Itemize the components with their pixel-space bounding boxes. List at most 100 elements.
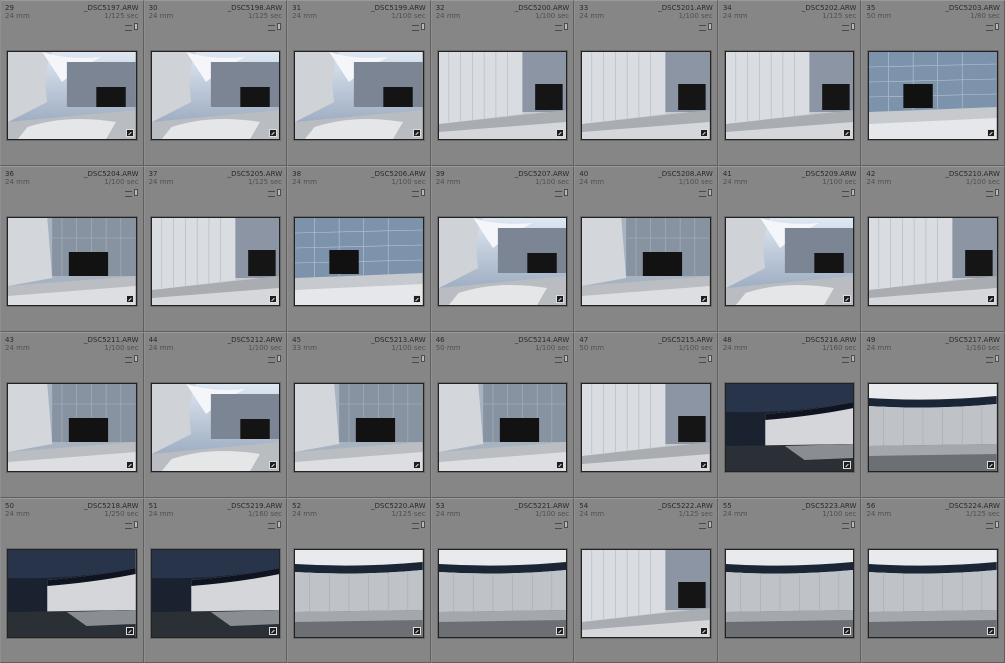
crop-badge-icon[interactable] (699, 461, 708, 469)
photo-thumbnail[interactable] (581, 383, 711, 472)
grid-cell-35[interactable]: 35 _DSC5203.ARW 50 mm 1/80 sec (861, 0, 1005, 166)
photo-thumbnail[interactable] (868, 549, 998, 638)
grid-cell-41[interactable]: 41 _DSC5209.ARW 24 mm 1/100 sec (717, 166, 862, 332)
photo-thumbnail[interactable] (581, 51, 711, 140)
grid-cell-38[interactable]: 38 _DSC5206.ARW 24 mm 1/100 sec (287, 166, 431, 332)
crop-badge-icon[interactable] (699, 129, 708, 137)
metadata-icon[interactable] (842, 521, 856, 529)
crop-badge-icon[interactable] (125, 129, 134, 137)
crop-badge-icon[interactable] (412, 627, 421, 635)
metadata-icon[interactable] (842, 355, 856, 363)
grid-cell-36[interactable]: 36 _DSC5204.ARW 24 mm 1/100 sec (0, 166, 144, 332)
photo-thumbnail[interactable] (7, 383, 137, 472)
grid-cell-40[interactable]: 40 _DSC5208.ARW 24 mm 1/100 sec (574, 166, 718, 332)
photo-thumbnail[interactable] (7, 51, 137, 140)
grid-cell-34[interactable]: 34 _DSC5202.ARW 24 mm 1/125 sec (717, 0, 862, 166)
photo-thumbnail[interactable] (724, 217, 855, 306)
crop-badge-icon[interactable] (556, 129, 565, 137)
crop-badge-icon[interactable] (843, 129, 852, 137)
photo-thumbnail[interactable] (868, 51, 998, 140)
grid-cell-30[interactable]: 30 _DSC5198.ARW 24 mm 1/125 sec (143, 0, 288, 166)
grid-cell-33[interactable]: 33 _DSC5201.ARW 24 mm 1/100 sec (574, 0, 718, 166)
photo-thumbnail[interactable] (581, 549, 711, 638)
photo-thumbnail[interactable] (150, 51, 281, 140)
grid-cell-31[interactable]: 31 _DSC5199.ARW 24 mm 1/100 sec (287, 0, 431, 166)
grid-cell-52[interactable]: 52 _DSC5220.ARW 24 mm 1/125 sec (287, 498, 431, 663)
crop-badge-icon[interactable] (269, 461, 278, 469)
metadata-icon[interactable] (268, 23, 282, 31)
crop-badge-icon[interactable] (125, 627, 134, 635)
crop-badge-icon[interactable] (125, 461, 134, 469)
photo-thumbnail[interactable] (294, 217, 424, 306)
photo-thumbnail[interactable] (724, 549, 855, 638)
photo-thumbnail[interactable] (7, 217, 137, 306)
crop-badge-icon[interactable] (986, 627, 995, 635)
grid-cell-56[interactable]: 56 _DSC5224.ARW 24 mm 1/125 sec (861, 498, 1005, 663)
metadata-icon[interactable] (555, 521, 569, 529)
metadata-icon[interactable] (411, 23, 426, 31)
crop-badge-icon[interactable] (843, 627, 852, 635)
grid-cell-32[interactable]: 32 _DSC5200.ARW 24 mm 1/100 sec (430, 0, 575, 166)
grid-cell-48[interactable]: 48 _DSC5216.ARW 24 mm 1/160 sec (717, 332, 862, 498)
grid-cell-44[interactable]: 44 _DSC5212.ARW 24 mm 1/100 sec (143, 332, 288, 498)
crop-badge-icon[interactable] (986, 129, 995, 137)
photo-thumbnail[interactable] (294, 383, 424, 472)
metadata-icon[interactable] (411, 189, 426, 197)
grid-cell-39[interactable]: 39 _DSC5207.ARW 24 mm 1/100 sec (430, 166, 575, 332)
crop-badge-icon[interactable] (269, 295, 278, 303)
metadata-icon[interactable] (698, 23, 713, 31)
grid-cell-53[interactable]: 53 _DSC5221.ARW 24 mm 1/100 sec (430, 498, 575, 663)
photo-thumbnail[interactable] (581, 217, 711, 306)
photo-thumbnail[interactable] (7, 549, 137, 638)
grid-cell-29[interactable]: 29 _DSC5197.ARW 24 mm 1/125 sec (0, 0, 144, 166)
crop-badge-icon[interactable] (412, 461, 421, 469)
crop-badge-icon[interactable] (556, 461, 565, 469)
metadata-icon[interactable] (268, 189, 282, 197)
photo-thumbnail[interactable] (150, 383, 281, 472)
photo-thumbnail[interactable] (294, 51, 424, 140)
grid-cell-54[interactable]: 54 _DSC5222.ARW 24 mm 1/125 sec (574, 498, 718, 663)
metadata-icon[interactable] (985, 23, 1000, 31)
photo-thumbnail[interactable] (437, 217, 568, 306)
metadata-icon[interactable] (555, 355, 569, 363)
metadata-icon[interactable] (698, 355, 713, 363)
metadata-icon[interactable] (555, 23, 569, 31)
crop-badge-icon[interactable] (843, 295, 852, 303)
grid-cell-49[interactable]: 49 _DSC5217.ARW 24 mm 1/160 sec (861, 332, 1005, 498)
grid-cell-37[interactable]: 37 _DSC5205.ARW 24 mm 1/125 sec (143, 166, 288, 332)
photo-thumbnail[interactable] (868, 217, 998, 306)
photo-thumbnail[interactable] (724, 51, 855, 140)
grid-cell-51[interactable]: 51 _DSC5219.ARW 24 mm 1/160 sec (143, 498, 288, 663)
metadata-icon[interactable] (124, 189, 139, 197)
metadata-icon[interactable] (124, 521, 139, 529)
photo-thumbnail[interactable] (724, 383, 855, 472)
photo-thumbnail[interactable] (868, 383, 998, 472)
metadata-icon[interactable] (268, 521, 282, 529)
metadata-icon[interactable] (268, 355, 282, 363)
grid-cell-45[interactable]: 45 _DSC5213.ARW 33 mm 1/100 sec (287, 332, 431, 498)
grid-cell-43[interactable]: 43 _DSC5211.ARW 24 mm 1/100 sec (0, 332, 144, 498)
crop-badge-icon[interactable] (986, 461, 995, 469)
photo-thumbnail[interactable] (437, 549, 568, 638)
metadata-icon[interactable] (698, 521, 713, 529)
grid-cell-46[interactable]: 46 _DSC5214.ARW 50 mm 1/100 sec (430, 332, 575, 498)
grid-cell-47[interactable]: 47 _DSC5215.ARW 50 mm 1/100 sec (574, 332, 718, 498)
metadata-icon[interactable] (985, 521, 1000, 529)
crop-badge-icon[interactable] (269, 627, 278, 635)
metadata-icon[interactable] (842, 189, 856, 197)
metadata-icon[interactable] (698, 189, 713, 197)
grid-cell-55[interactable]: 55 _DSC5223.ARW 24 mm 1/100 sec (717, 498, 862, 663)
photo-thumbnail[interactable] (437, 51, 568, 140)
metadata-icon[interactable] (842, 23, 856, 31)
metadata-icon[interactable] (985, 355, 1000, 363)
crop-badge-icon[interactable] (699, 295, 708, 303)
crop-badge-icon[interactable] (412, 295, 421, 303)
crop-badge-icon[interactable] (556, 627, 565, 635)
metadata-icon[interactable] (411, 521, 426, 529)
photo-thumbnail[interactable] (437, 383, 568, 472)
grid-cell-50[interactable]: 50 _DSC5218.ARW 24 mm 1/250 sec (0, 498, 144, 663)
crop-badge-icon[interactable] (412, 129, 421, 137)
metadata-icon[interactable] (555, 189, 569, 197)
photo-thumbnail[interactable] (150, 549, 281, 638)
metadata-icon[interactable] (124, 23, 139, 31)
